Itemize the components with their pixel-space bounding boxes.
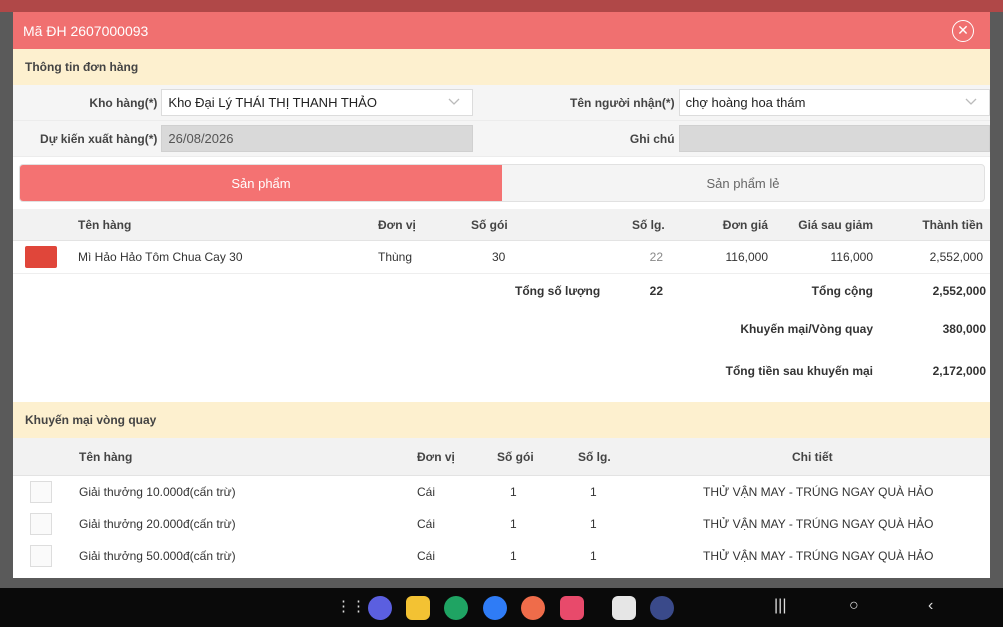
prize-detail: THỬ VẬN MAY - TRÚNG NGAY QUÀ HẢO bbox=[703, 517, 934, 531]
promo-col-qty: Số lg. bbox=[578, 449, 611, 464]
promo-col-packs: Số gói bbox=[497, 449, 534, 464]
promo-value: 380,000 bbox=[942, 322, 986, 336]
col-price: Đơn giá bbox=[722, 217, 768, 232]
grand-total-value: 2,552,000 bbox=[932, 284, 986, 298]
product-name: Mì Hảo Hảo Tôm Chua Cay 30 bbox=[78, 250, 243, 264]
note-label: Ghi chú bbox=[629, 131, 675, 146]
form-row-shipdate: Dự kiến xuất hàng(*) 26/08/2026 Ghi chú bbox=[13, 121, 990, 157]
warehouse-label: Kho hàng(*) bbox=[89, 95, 158, 110]
prize-name: Giải thưởng 10.000đ(cấn trừ) bbox=[79, 485, 236, 499]
app-icon[interactable] bbox=[612, 596, 636, 620]
product-total: 2,552,000 bbox=[929, 250, 983, 264]
product-discounted: 116,000 bbox=[830, 250, 874, 264]
col-unit: Đơn vị bbox=[378, 217, 416, 232]
ship-date-value: 26/08/2026 bbox=[168, 131, 234, 146]
promotions-header: Khuyến mại vòng quay bbox=[13, 402, 990, 438]
products-table: Tên hàng Đơn vị Số gói Số lg. Đơn giá Gi… bbox=[13, 209, 990, 392]
promo-col-detail: Chi tiết bbox=[792, 449, 833, 464]
back-icon[interactable]: ‹ bbox=[928, 597, 933, 615]
prize-qty: 1 bbox=[590, 485, 597, 499]
col-qty: Số lg. bbox=[632, 217, 665, 232]
tab-single-products[interactable]: Sản phẩm lẻ bbox=[502, 165, 984, 201]
summary-row-total: Tổng số lượng 22 Tổng cộng 2,552,000 bbox=[13, 274, 990, 308]
prize-thumbnail bbox=[30, 545, 52, 567]
list-item[interactable]: Giải thưởng 10.000đ(cấn trừ) Cái 1 1 THỬ… bbox=[13, 476, 990, 508]
col-packs: Số gói bbox=[471, 217, 508, 232]
prize-unit: Cái bbox=[417, 517, 436, 531]
prize-packs: 1 bbox=[510, 485, 517, 499]
recipient-label: Tên người nhận(*) bbox=[570, 95, 675, 110]
product-unit: Thùng bbox=[378, 250, 413, 264]
product-thumbnail bbox=[25, 246, 57, 268]
chevron-down-icon bbox=[448, 98, 460, 105]
ship-date-field[interactable]: 26/08/2026 bbox=[161, 125, 473, 152]
form-row-warehouse: Kho hàng(*) Kho Đại Lý THÁI THỊ THANH TH… bbox=[13, 85, 990, 121]
product-tabs: Sản phẩm Sản phẩm lẻ bbox=[19, 164, 985, 202]
prize-thumbnail bbox=[30, 513, 52, 535]
prize-packs: 1 bbox=[510, 549, 517, 563]
prize-qty: 1 bbox=[590, 517, 597, 531]
prize-detail: THỬ VẬN MAY - TRÚNG NGAY QUÀ HẢO bbox=[703, 485, 934, 499]
app-grid-icon[interactable]: ⋮⋮ bbox=[336, 597, 366, 615]
contacts-icon[interactable] bbox=[521, 596, 545, 620]
messages-icon[interactable] bbox=[483, 596, 507, 620]
files-icon[interactable] bbox=[406, 596, 430, 620]
list-item[interactable]: Giải thưởng 20.000đ(cấn trừ) Cái 1 1 THỬ… bbox=[13, 508, 990, 540]
promotions-table-header: Tên hàng Đơn vị Số gói Số lg. Chi tiết bbox=[13, 438, 990, 476]
products-table-header: Tên hàng Đơn vị Số gói Số lg. Đơn giá Gi… bbox=[13, 209, 990, 241]
android-navigation-bar: ⋮⋮ ||| ○ ‹ bbox=[0, 588, 1003, 627]
promotions-section: Khuyến mại vòng quay Tên hàng Đơn vị Số … bbox=[13, 402, 990, 572]
dialog-title-bar: Mã ĐH 2607000093 ✕ bbox=[13, 12, 990, 49]
total-qty-label: Tổng số lượng bbox=[515, 284, 601, 298]
table-row[interactable]: Mì Hảo Hảo Tôm Chua Cay 30 Thùng 30 22 1… bbox=[13, 241, 990, 274]
recipient-select[interactable]: chợ hoàng hoa thám bbox=[678, 89, 990, 116]
total-qty-value: 22 bbox=[649, 284, 663, 298]
home-icon[interactable]: ○ bbox=[849, 597, 859, 615]
prize-thumbnail bbox=[30, 481, 52, 503]
product-packs: 30 bbox=[492, 250, 506, 264]
prize-unit: Cái bbox=[417, 549, 436, 563]
after-promo-label: Tổng tiền sau khuyến mại bbox=[725, 364, 873, 378]
warehouse-value: Kho Đại Lý THÁI THỊ THANH THẢO bbox=[168, 95, 377, 110]
settings-icon[interactable] bbox=[650, 596, 674, 620]
app-header-background bbox=[0, 0, 1003, 12]
col-total: Thành tiền bbox=[922, 217, 983, 232]
tab-products[interactable]: Sản phẩm bbox=[20, 165, 502, 201]
camera-icon[interactable] bbox=[560, 596, 584, 620]
prize-qty: 1 bbox=[590, 549, 597, 563]
chevron-down-icon bbox=[965, 98, 977, 105]
prize-name: Giải thưởng 50.000đ(cấn trừ) bbox=[79, 549, 236, 563]
browser-icon[interactable] bbox=[368, 596, 392, 620]
note-field[interactable] bbox=[678, 125, 990, 152]
prize-detail: THỬ VẬN MAY - TRÚNG NGAY QUÀ HẢO bbox=[703, 549, 934, 563]
col-discounted: Giá sau giảm bbox=[798, 217, 873, 232]
ship-date-label: Dự kiến xuất hàng(*) bbox=[40, 131, 158, 146]
order-info-header: Thông tin đơn hàng bbox=[13, 49, 990, 85]
promo-label: Khuyến mại/Vòng quay bbox=[740, 322, 873, 336]
list-item[interactable]: Giải thưởng 50.000đ(cấn trừ) Cái 1 1 THỬ… bbox=[13, 540, 990, 572]
summary-row-after-promo: Tổng tiền sau khuyến mại 2,172,000 bbox=[13, 350, 990, 392]
close-icon[interactable]: ✕ bbox=[952, 20, 974, 42]
product-qty: 22 bbox=[649, 250, 663, 264]
recipient-value: chợ hoàng hoa thám bbox=[685, 95, 806, 110]
grand-total-label: Tổng cộng bbox=[811, 284, 873, 298]
phone-icon[interactable] bbox=[444, 596, 468, 620]
dialog-title: Mã ĐH 2607000093 bbox=[23, 22, 149, 39]
prize-packs: 1 bbox=[510, 517, 517, 531]
col-name: Tên hàng bbox=[78, 217, 132, 232]
after-promo-value: 2,172,000 bbox=[932, 364, 986, 378]
promo-col-name: Tên hàng bbox=[79, 449, 133, 464]
promo-col-unit: Đơn vị bbox=[417, 449, 455, 464]
order-detail-dialog: Mã ĐH 2607000093 ✕ Thông tin đơn hàng Kh… bbox=[13, 12, 990, 578]
prize-name: Giải thưởng 20.000đ(cấn trừ) bbox=[79, 517, 236, 531]
recent-apps-icon[interactable]: ||| bbox=[774, 597, 786, 615]
prize-unit: Cái bbox=[417, 485, 436, 499]
summary-row-promo: Khuyến mại/Vòng quay 380,000 bbox=[13, 308, 990, 350]
warehouse-select[interactable]: Kho Đại Lý THÁI THỊ THANH THẢO bbox=[161, 89, 473, 116]
product-price: 116,000 bbox=[725, 250, 769, 264]
